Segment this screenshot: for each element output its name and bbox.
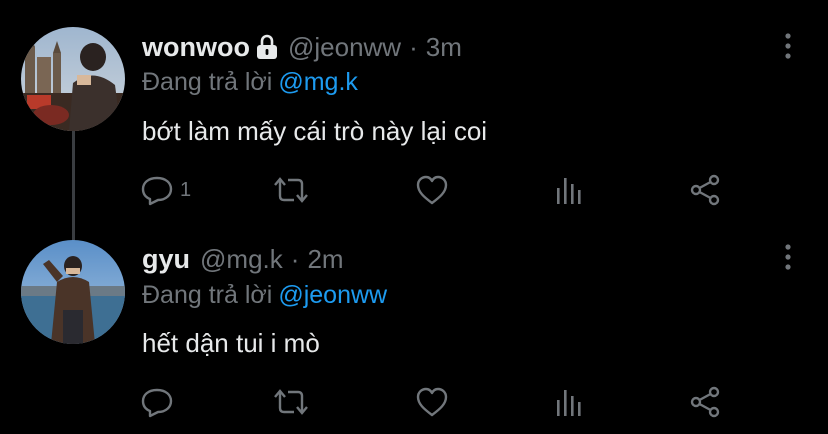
replying-to-handle[interactable]: @mg.k <box>278 68 358 96</box>
reply-count: 1 <box>180 178 192 201</box>
tweet[interactable]: wonwoo @jeonww · 3m Đang trả lời @mg.k bớ… <box>0 0 828 218</box>
replying-to-handle[interactable]: @jeonww <box>278 281 387 309</box>
retweet-icon <box>272 386 310 418</box>
replying-to: Đang trả lời @mg.k <box>142 68 358 97</box>
display-name[interactable]: gyu <box>142 244 190 275</box>
tweet-actions <box>140 384 740 420</box>
separator-dot: · <box>290 243 300 274</box>
reply-button[interactable] <box>140 384 174 420</box>
replying-to-label: Đang trả lời <box>142 281 273 309</box>
share-button[interactable] <box>688 384 722 420</box>
separator-dot: · <box>409 31 418 62</box>
retweet-button[interactable] <box>272 172 310 208</box>
stats-button[interactable] <box>552 384 586 420</box>
tweet-text: bớt làm mấy cái trò này lại coi <box>142 116 488 146</box>
like-icon <box>414 174 450 206</box>
replying-to-label: Đang trả lời <box>142 68 273 96</box>
user-handle[interactable]: @jeonww <box>288 32 401 63</box>
avatar[interactable] <box>21 240 125 344</box>
reply-icon <box>140 174 174 206</box>
stats-icon <box>552 174 586 206</box>
more-options-icon[interactable] <box>778 242 798 272</box>
stats-button[interactable] <box>552 172 586 208</box>
stats-icon <box>552 386 586 418</box>
display-name[interactable]: wonwoo <box>142 32 250 63</box>
retweet-button[interactable] <box>272 384 310 420</box>
tweet-actions: 1 <box>140 172 740 208</box>
reply-button[interactable]: 1 <box>140 172 191 208</box>
tweet-text: hết dận tui i mò <box>142 328 320 358</box>
like-button[interactable] <box>414 384 450 420</box>
share-button[interactable] <box>688 172 722 208</box>
more-options-icon[interactable] <box>778 31 798 61</box>
like-button[interactable] <box>414 172 450 208</box>
reply-icon <box>140 386 174 418</box>
timestamp[interactable]: 2m <box>307 244 343 275</box>
avatar[interactable] <box>21 27 125 131</box>
replying-to: Đang trả lời @jeonww <box>142 281 387 310</box>
share-icon <box>688 174 722 206</box>
user-handle[interactable]: @mg.k <box>200 244 283 275</box>
tweet-header: wonwoo @jeonww · 3m <box>142 29 462 65</box>
like-icon <box>414 386 450 418</box>
lock-icon <box>256 34 278 60</box>
retweet-icon <box>272 174 310 206</box>
share-icon <box>688 386 722 418</box>
timestamp[interactable]: 3m <box>426 32 462 63</box>
tweet[interactable]: gyu @mg.k · 2m Đang trả lời @jeonww hết d… <box>0 218 828 434</box>
tweet-header: gyu @mg.k · 2m <box>142 241 344 277</box>
